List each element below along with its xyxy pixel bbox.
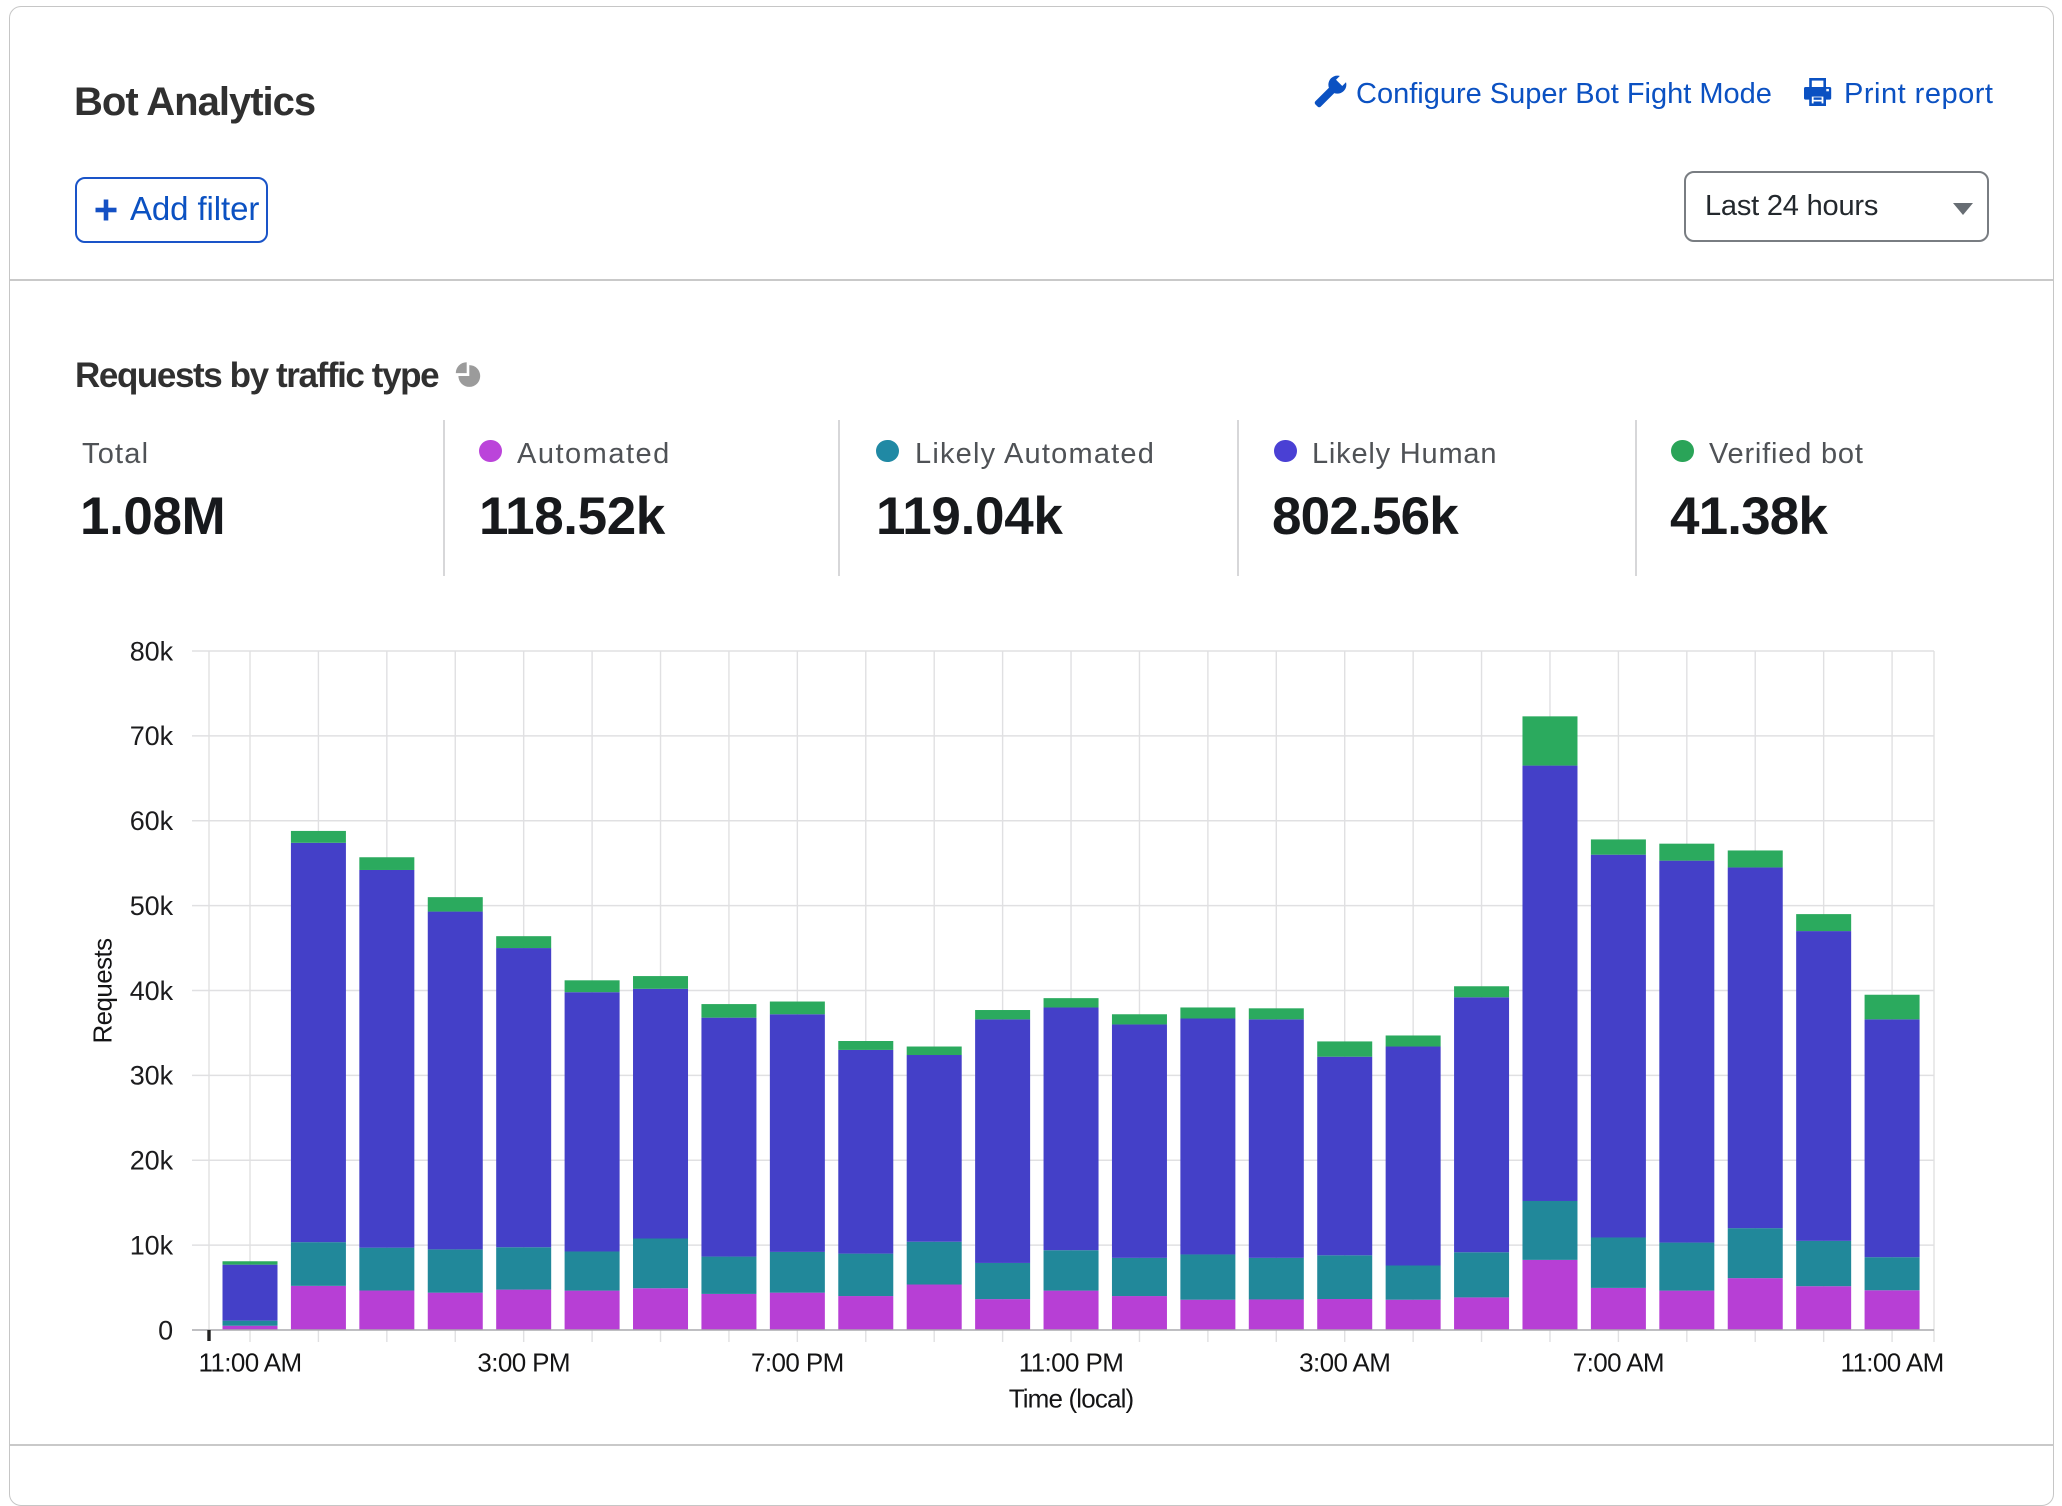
svg-text:20k: 20k (130, 1146, 174, 1176)
svg-text:10k: 10k (130, 1230, 174, 1260)
svg-text:11:00 PM: 11:00 PM (1019, 1348, 1124, 1378)
svg-text:3:00 PM: 3:00 PM (477, 1348, 570, 1378)
svg-text:3:00 AM: 3:00 AM (1299, 1348, 1390, 1378)
svg-text:7:00 AM: 7:00 AM (1573, 1348, 1664, 1378)
svg-text:70k: 70k (130, 721, 174, 751)
svg-text:0: 0 (158, 1315, 173, 1345)
svg-text:60k: 60k (130, 806, 174, 836)
svg-text:Requests: Requests (88, 938, 118, 1044)
svg-text:40k: 40k (130, 976, 174, 1006)
svg-text:11:00 AM: 11:00 AM (1841, 1348, 1944, 1378)
svg-text:80k: 80k (130, 636, 174, 666)
svg-text:Time (local): Time (local) (1009, 1384, 1134, 1414)
svg-text:11:00 AM: 11:00 AM (198, 1348, 301, 1378)
svg-text:50k: 50k (130, 891, 174, 921)
svg-text:30k: 30k (130, 1061, 174, 1091)
svg-text:7:00 PM: 7:00 PM (751, 1348, 844, 1378)
